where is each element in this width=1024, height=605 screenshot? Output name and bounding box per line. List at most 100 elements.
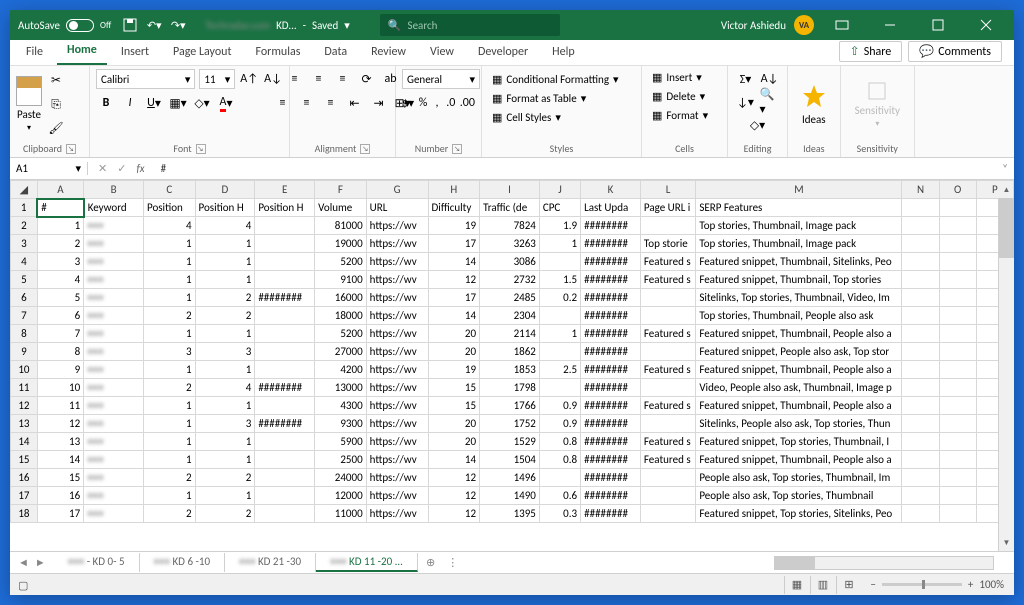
cell[interactable]: 9 [37,361,83,379]
ideas-button[interactable]: Ideas [794,79,834,130]
column-header[interactable]: A [37,181,83,199]
cell[interactable]: 1 [195,397,255,415]
row-header[interactable]: 16 [11,469,38,487]
cell[interactable]: 0.6 [539,487,580,505]
cell[interactable]: 5200 [315,253,367,271]
cell[interactable]: ######## [581,451,641,469]
cell[interactable] [640,343,695,361]
cell[interactable]: ••• [84,415,144,433]
cell[interactable]: Last Upda [581,199,641,217]
column-header[interactable]: L [640,181,695,199]
cell[interactable]: https://wv [366,271,428,289]
cell[interactable]: 11000 [315,505,367,523]
row-header[interactable]: 7 [11,307,38,325]
cell[interactable]: CPC [539,199,580,217]
cell[interactable]: ••• [84,433,144,451]
cell[interactable]: 1 [195,433,255,451]
horizontal-scrollbar[interactable] [774,556,994,570]
cell[interactable]: 1766 [480,397,540,415]
cell[interactable]: 4 [143,217,195,235]
page-break-view-icon[interactable]: ⊞ [836,576,860,594]
row-header[interactable]: 6 [11,289,38,307]
tab-developer[interactable]: Developer [468,41,538,65]
page-layout-view-icon[interactable]: ▥ [810,576,834,594]
cell[interactable]: https://wv [366,487,428,505]
align-center-icon[interactable]: ≡ [297,93,317,113]
cell[interactable]: 2500 [315,451,367,469]
cell[interactable]: ######## [581,343,641,361]
cell[interactable] [640,289,695,307]
cell[interactable]: ######## [581,361,641,379]
cell[interactable]: 0.8 [539,433,580,451]
cell[interactable]: Featured snippet, Thumbnail, People also… [696,451,902,469]
cell[interactable] [255,361,315,379]
cell[interactable]: ######## [255,289,315,307]
cell[interactable]: 9100 [315,271,367,289]
cell[interactable]: 1 [37,217,83,235]
cell[interactable]: 10 [37,379,83,397]
bold-button[interactable]: B [96,93,116,113]
cell[interactable]: Featured snippet, Thumbnail, People also… [696,397,902,415]
cell[interactable]: 12 [428,271,480,289]
cell[interactable]: ••• [84,469,144,487]
cell[interactable]: ######## [581,415,641,433]
cell[interactable]: 14 [428,451,480,469]
increase-decimal-icon[interactable]: .0 [446,93,456,113]
cell[interactable]: Page URL i [640,199,695,217]
sheet-tab[interactable]: ••• KD 11 -20 ... [316,553,418,572]
cell[interactable] [902,379,939,397]
cell[interactable]: 1 [195,487,255,505]
column-header[interactable]: I [480,181,540,199]
cell[interactable]: 5900 [315,433,367,451]
row-header[interactable]: 11 [11,379,38,397]
record-macro-icon[interactable]: ▢ [18,579,38,591]
cell[interactable] [939,271,976,289]
cell[interactable]: ######## [581,433,641,451]
cell[interactable]: Featured s [640,253,695,271]
formula-input[interactable]: # [161,162,166,175]
cell[interactable]: 20 [428,343,480,361]
cell[interactable] [255,307,315,325]
clear-icon[interactable]: ◇▾ [748,115,768,135]
tab-help[interactable]: Help [542,41,585,65]
cell[interactable]: 7824 [480,217,540,235]
find-icon[interactable]: 🔍▾ [760,92,780,112]
search-box[interactable]: 🔍 Search [380,14,560,36]
tab-review[interactable]: Review [361,41,416,65]
cell[interactable]: 27000 [315,343,367,361]
cell[interactable]: 9300 [315,415,367,433]
cell[interactable] [939,433,976,451]
cell[interactable] [939,361,976,379]
cell[interactable]: ••• [84,379,144,397]
cell[interactable]: https://wv [366,253,428,271]
cell[interactable] [902,361,939,379]
cell[interactable]: https://wv [366,235,428,253]
align-left-icon[interactable]: ≡ [273,93,293,113]
cell[interactable]: 0.2 [539,289,580,307]
dialog-launcher-icon[interactable]: ↘ [66,144,76,154]
cell[interactable]: Top stories, Thumbnail, People also ask [696,307,902,325]
sort-filter-icon[interactable]: A↓ [760,69,780,89]
cell[interactable]: Position H [195,199,255,217]
cell[interactable] [255,397,315,415]
cell[interactable] [902,271,939,289]
cell[interactable]: ######## [581,271,641,289]
cell[interactable]: ######## [581,379,641,397]
cell[interactable]: 19 [428,217,480,235]
cut-icon[interactable]: ✂ [46,71,66,91]
cell[interactable]: 1 [143,235,195,253]
cell[interactable]: Top stories, Thumbnail, Image pack [696,217,902,235]
cell[interactable]: ######## [581,253,641,271]
cell[interactable]: Sitelinks, People also ask, Top stories,… [696,415,902,433]
increase-indent-icon[interactable]: ⇥ [369,93,389,113]
format-as-table-button[interactable]: ▦Format as Table▾ [488,90,590,107]
format-cells-button[interactable]: ▦Format▾ [648,107,712,124]
cell[interactable]: 2.5 [539,361,580,379]
cell[interactable] [939,469,976,487]
cell[interactable] [939,289,976,307]
cell[interactable]: 3 [195,415,255,433]
cell[interactable] [539,307,580,325]
cell[interactable]: https://wv [366,217,428,235]
cell[interactable]: 14 [37,451,83,469]
cell[interactable]: Top storie [640,235,695,253]
